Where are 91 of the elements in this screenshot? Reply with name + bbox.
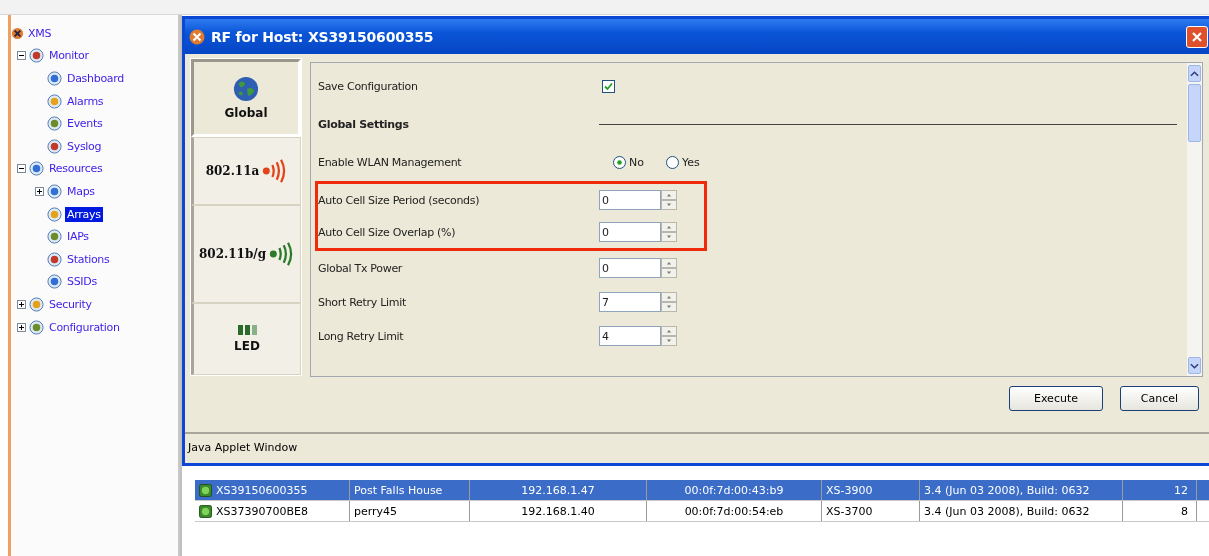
spinner-field[interactable]: 7 <box>599 292 661 312</box>
table-cell: 00:0f:7d:00:54:eb <box>684 504 784 518</box>
expand-icon[interactable] <box>17 322 26 332</box>
node-icon <box>47 138 62 154</box>
table-cell: XS-3900 <box>826 483 873 497</box>
scroll-thumb[interactable] <box>1188 84 1201 142</box>
setting-label: Auto Cell Size Overlap (%) <box>318 225 457 239</box>
table-cell: 3.4 (Jun 03 2008), Build: 0632 <box>924 504 1090 518</box>
dialog-button[interactable]: Execute <box>1009 386 1103 411</box>
device-icon <box>199 504 212 518</box>
node-icon <box>47 116 62 132</box>
node-icon <box>47 183 62 199</box>
node-icon <box>47 274 62 290</box>
setting-label: Long Retry Limit <box>318 329 405 343</box>
close-button[interactable] <box>1186 25 1208 48</box>
window-title: RF for Host: XS39150600355 <box>211 28 434 45</box>
node-icon <box>29 48 44 64</box>
table-cell: 8 <box>1181 504 1188 518</box>
table-cell: 192.168.1.47 <box>521 483 595 497</box>
node-icon <box>47 93 62 109</box>
tree-item[interactable]: SSIDs <box>65 274 99 290</box>
tree-item[interactable]: Syslog <box>65 138 104 154</box>
status-bar: Java Applet Window <box>185 432 1209 460</box>
node-icon <box>29 296 44 312</box>
setting-label: Enable WLAN Management <box>318 155 463 169</box>
spinner-arrows-icon <box>661 222 677 242</box>
spinner-field[interactable]: 4 <box>599 326 661 346</box>
collapse-icon[interactable] <box>17 164 26 174</box>
radio-option[interactable]: Yes <box>665 155 700 169</box>
tree-item[interactable]: Security <box>47 296 94 312</box>
table-row[interactable]: XS39150600355 Post Falls House 192.168.1.47 00:0f:7d:00:43:b9 XS-3900 3.4 (Jun 03 2008), Build: 0632 12 <box>195 480 1209 501</box>
tree-item[interactable]: Configuration <box>47 319 122 335</box>
tab[interactable]: Global <box>191 59 301 137</box>
checkbox[interactable] <box>602 79 615 93</box>
node-icon <box>47 229 62 245</box>
setting-label: Short Retry Limit <box>318 295 407 309</box>
scrollbar[interactable] <box>1187 63 1202 376</box>
table-cell: Post Falls House <box>354 483 443 497</box>
expand-icon[interactable] <box>35 186 44 196</box>
spinner-arrows-icon <box>661 258 677 278</box>
table-cell: 12 <box>1174 483 1188 497</box>
setting-label: Save Configuration <box>318 79 419 93</box>
setting-label: Auto Cell Size Period (seconds) <box>318 193 481 207</box>
close-icon <box>1190 29 1204 44</box>
setting-label: Global Tx Power <box>318 261 404 275</box>
tab[interactable]: 802.11b/g <box>191 205 301 303</box>
tree-item[interactable]: Dashboard <box>65 71 126 86</box>
radio-option[interactable]: No <box>613 155 644 169</box>
spinner-field[interactable]: 0 <box>599 258 661 278</box>
table-cell: XS-3700 <box>826 504 873 518</box>
node-icon <box>47 206 62 222</box>
expand-icon[interactable] <box>17 299 26 309</box>
dialog-button[interactable]: Cancel <box>1120 386 1199 411</box>
radio-icon <box>665 155 679 169</box>
node-icon <box>29 161 44 177</box>
table-cell: XS39150600355 <box>216 483 308 497</box>
led-icon <box>237 325 257 335</box>
node-icon <box>29 319 44 335</box>
section-heading: Global Settings <box>318 117 410 131</box>
spinner-field[interactable]: 0 <box>599 222 661 242</box>
tree-item[interactable]: Maps <box>65 183 97 199</box>
spinner-arrows-icon <box>661 190 677 210</box>
tab[interactable]: LED <box>191 303 301 375</box>
table-cell: 3.4 (Jun 03 2008), Build: 0632 <box>924 483 1090 497</box>
tree-item[interactable]: Monitor <box>47 48 91 64</box>
spinner-arrows-icon <box>661 326 677 346</box>
table-cell: 00:0f:7d:00:43:b9 <box>684 483 784 497</box>
spinner-arrows-icon <box>661 292 677 312</box>
table-cell: 192.168.1.40 <box>521 504 595 518</box>
table-cell: perry45 <box>354 504 398 518</box>
device-icon <box>199 483 212 497</box>
tab[interactable]: 802.11a <box>191 137 301 205</box>
node-icon <box>47 251 62 267</box>
node-icon <box>47 71 62 86</box>
app-icon <box>189 28 205 45</box>
scroll-down-icon <box>1190 362 1199 369</box>
tree-item[interactable]: XMS <box>26 25 54 41</box>
tree-item[interactable]: Events <box>65 116 105 132</box>
tree-item[interactable]: IAPs <box>65 229 91 245</box>
tree-item[interactable]: Resources <box>47 161 105 177</box>
table-row[interactable]: XS37390700BE8 perry45 192.168.1.40 00:0f:7d:00:54:eb XS-3700 3.4 (Jun 03 2008), Build: 0632 8 <box>195 501 1209 522</box>
tree-item[interactable]: Arrays <box>65 206 103 222</box>
scroll-up-icon <box>1190 70 1199 77</box>
collapse-icon[interactable] <box>17 51 26 61</box>
tree-item[interactable]: Stations <box>65 251 112 267</box>
spinner-field[interactable]: 0 <box>599 190 661 210</box>
table-cell: XS37390700BE8 <box>216 504 308 518</box>
app-icon <box>11 26 24 40</box>
radio-selected-icon <box>613 155 626 169</box>
globe-icon <box>233 76 259 102</box>
tree-item[interactable]: Alarms <box>65 93 106 109</box>
